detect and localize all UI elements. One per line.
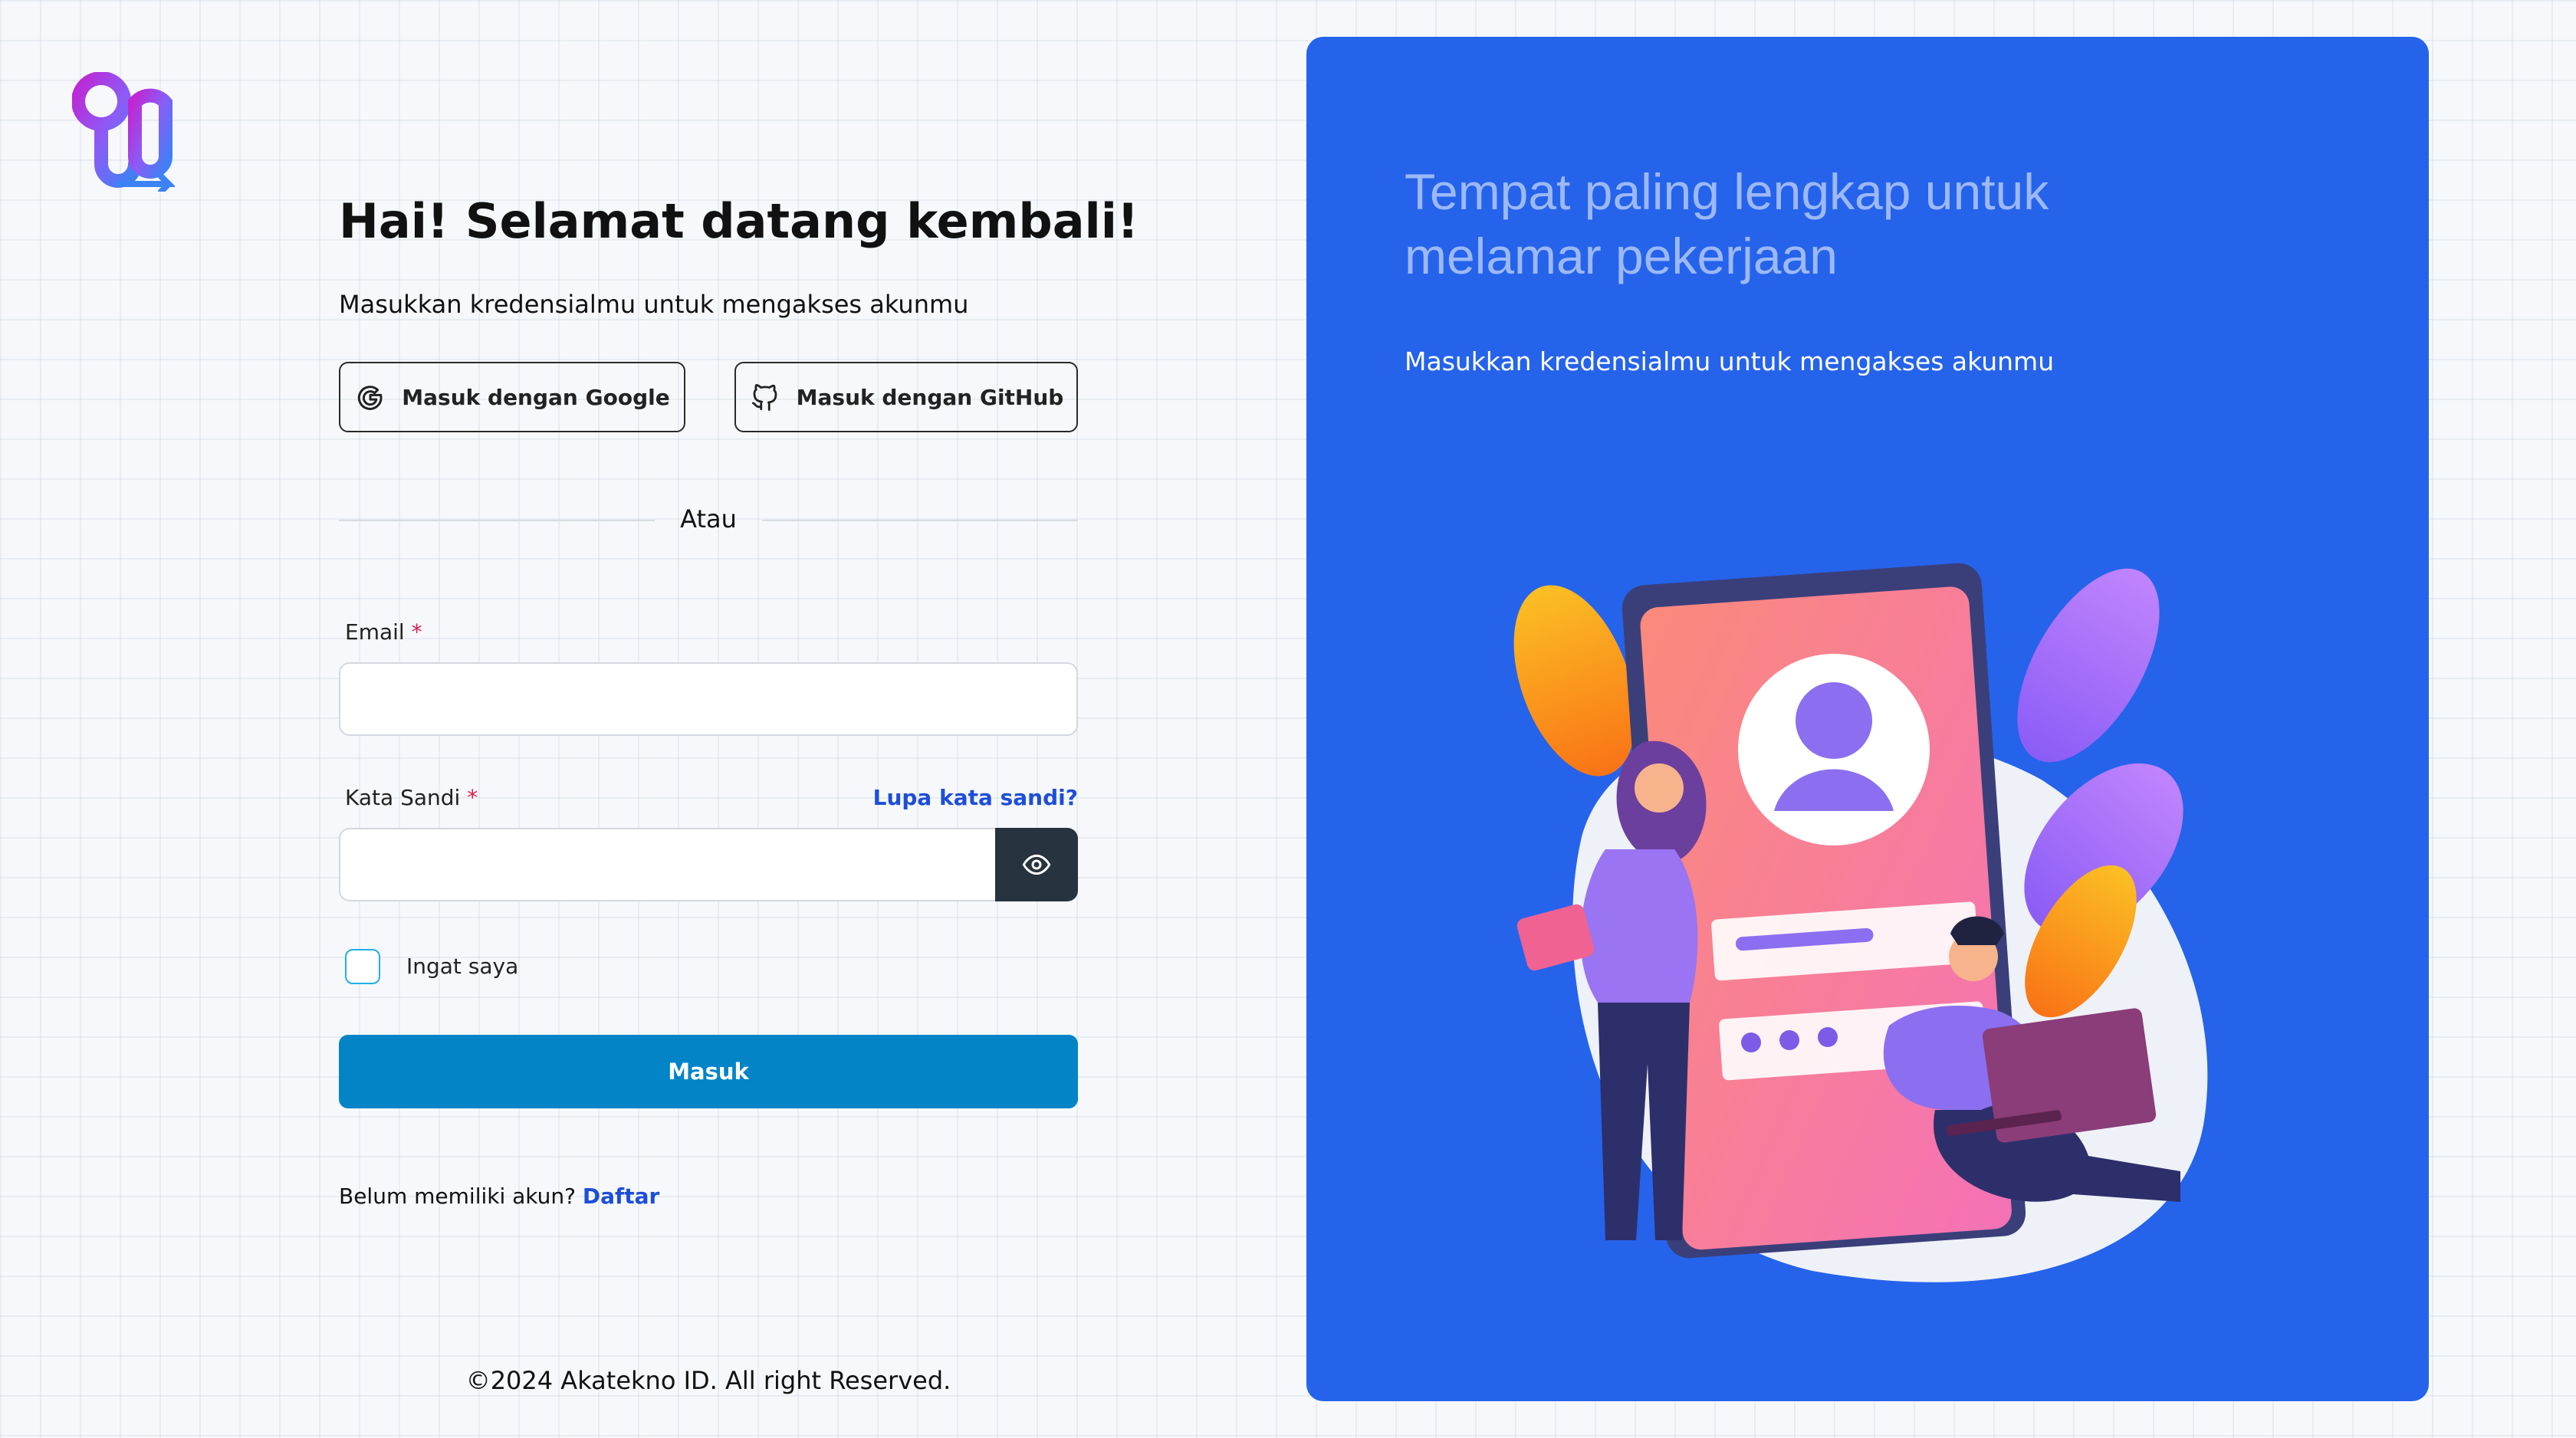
password-input[interactable] [339,828,998,901]
toggle-password-button[interactable] [995,828,1078,901]
github-login-button[interactable]: Masuk dengan GitHub [734,362,1078,432]
google-login-label: Masuk dengan Google [402,384,670,410]
github-icon [751,384,777,412]
hero-title: Tempat paling lengkap untuk melamar peke… [1405,163,2049,284]
divider-line-right [762,520,1078,521]
eye-icon [1022,854,1051,875]
email-label: Email * [345,619,422,645]
required-marker: * [411,619,422,645]
email-input[interactable] [339,662,1078,736]
register-prompt: Belum memiliki akun? Daftar [339,1184,659,1209]
password-label: Kata Sandi * [345,785,478,810]
submit-label: Masuk [668,1059,749,1085]
required-marker: * [467,785,478,810]
login-submit-button[interactable]: Masuk [339,1035,1078,1108]
forgot-password-link[interactable]: Lupa kata sandi? [873,785,1078,810]
page-subtitle: Masukkan kredensialmu untuk mengakses ak… [339,290,969,319]
footer-copyright: ©2024 Akatekno ID. All right Reserved. [465,1366,951,1395]
password-label-text: Kata Sandi [345,785,461,810]
no-account-text: Belum memiliki akun? [339,1184,577,1209]
or-divider: Atau [339,504,1078,535]
hero-panel: Tempat paling lengkap untuk melamar peke… [1306,37,2429,1401]
github-login-label: Masuk dengan GitHub [796,384,1064,410]
register-link[interactable]: Daftar [583,1184,659,1209]
phone-login-illustration-icon [1513,563,2208,1282]
google-icon [358,386,383,410]
divider-text: Atau [680,504,737,534]
email-label-text: Email [345,619,405,645]
hero-subtitle: Masukkan kredensialmu untuk mengakses ak… [1405,346,2055,376]
remember-me-checkbox[interactable] [345,949,380,984]
remember-me-label: Ingat saya [406,954,519,979]
akatekno-logo-icon[interactable] [72,72,175,192]
google-login-button[interactable]: Masuk dengan Google [339,362,685,432]
page-title: Hai! Selamat datang kembali! [339,193,1139,249]
